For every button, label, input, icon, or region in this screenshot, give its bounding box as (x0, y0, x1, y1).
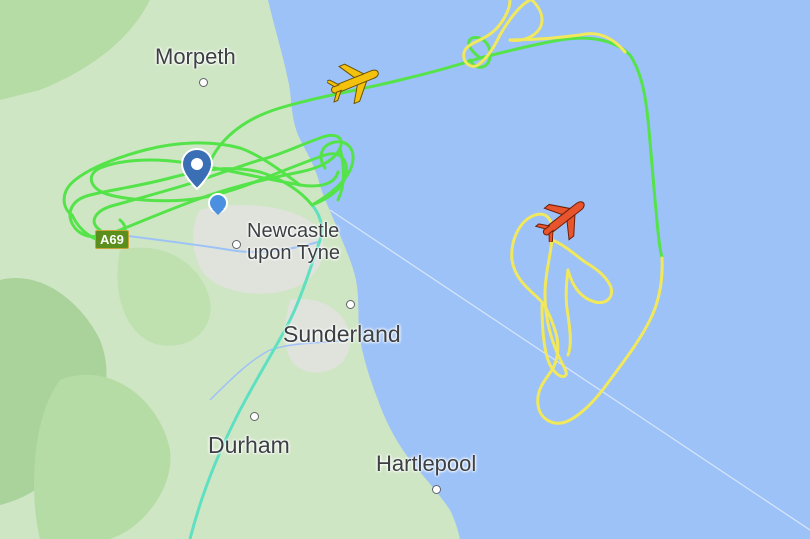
flight-tracker-map[interactable]: Morpeth Newcastle upon Tyne Sunderland D… (0, 0, 810, 539)
town-dot-newcastle (232, 240, 241, 249)
town-dot-hartlepool (432, 485, 441, 494)
town-dot-durham (250, 412, 259, 421)
place-label-morpeth[interactable]: Morpeth (155, 44, 236, 70)
road-shield-a69: A69 (95, 230, 129, 249)
airplane-icon[interactable] (535, 196, 591, 242)
location-pin-icon[interactable] (181, 148, 213, 190)
location-dot-icon[interactable] (207, 192, 229, 216)
town-dot-sunderland (346, 300, 355, 309)
airplane-icon[interactable] (327, 60, 381, 104)
place-label-newcastle[interactable]: Newcastle upon Tyne (247, 220, 340, 265)
place-label-hartlepool[interactable]: Hartlepool (376, 451, 476, 477)
place-label-durham[interactable]: Durham (208, 432, 290, 459)
place-label-sunderland[interactable]: Sunderland (283, 321, 401, 348)
town-dot-morpeth (199, 78, 208, 87)
